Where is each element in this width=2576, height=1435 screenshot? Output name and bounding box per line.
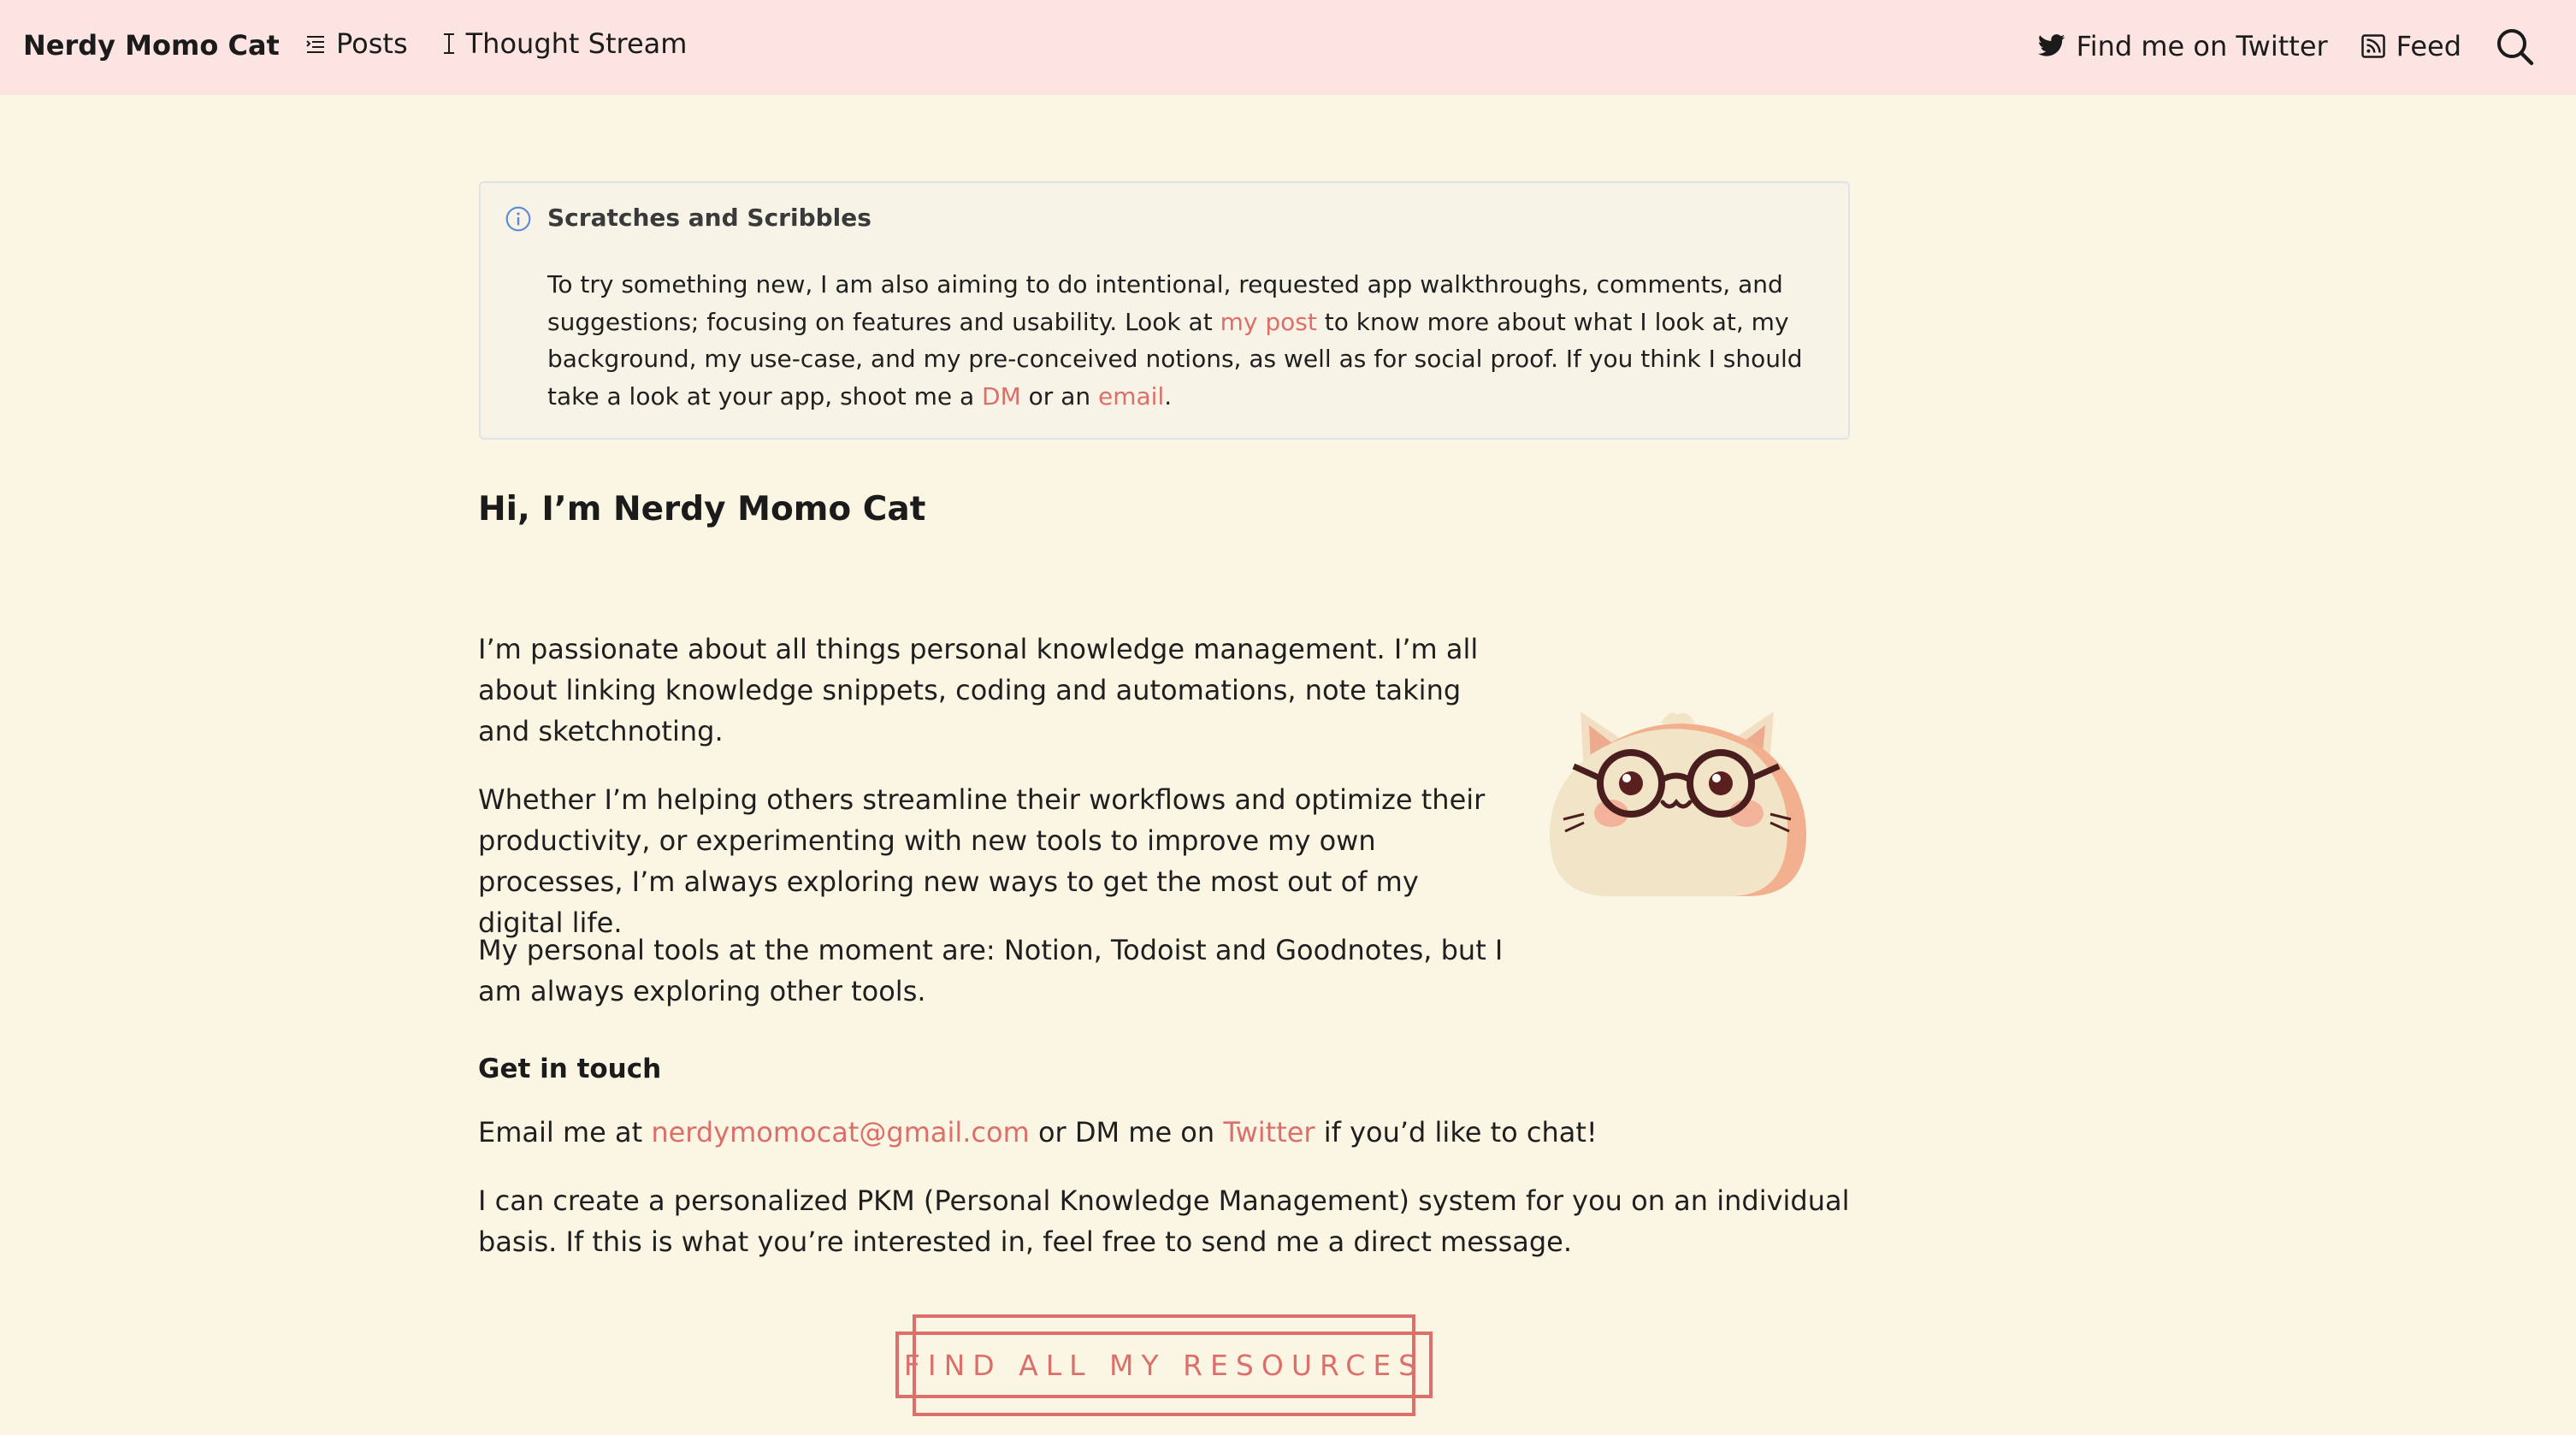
email-paragraph: Email me at nerdymomocat@gmail.com or DM… bbox=[478, 1112, 1864, 1153]
info-callout: Scratches and Scribbles To try something… bbox=[479, 181, 1850, 440]
my-post-link[interactable]: my post bbox=[1220, 308, 1317, 336]
dm-link[interactable]: DM bbox=[982, 382, 1021, 410]
intro-paragraph-2: Whether I’m helping others streamline th… bbox=[478, 783, 1486, 939]
info-icon bbox=[505, 205, 532, 236]
email-suffix: if you’d like to chat! bbox=[1315, 1116, 1598, 1149]
top-navbar: Nerdy Momo Cat Posts Thought Stream Find… bbox=[0, 0, 2576, 95]
nav-posts-link[interactable]: Posts bbox=[305, 27, 408, 60]
search-icon[interactable] bbox=[2494, 26, 2535, 67]
nav-feed-label: Feed bbox=[2396, 30, 2461, 62]
find-all-resources-button[interactable]: FIND ALL MY RESOURCES bbox=[895, 1314, 1433, 1416]
rss-icon bbox=[2360, 33, 2386, 59]
nav-left: Posts Thought Stream bbox=[305, 27, 687, 60]
intro-paragraph-3: My personal tools at the moment are: Not… bbox=[478, 934, 1504, 1007]
intro-heading: Hi, I’m Nerdy Momo Cat bbox=[478, 490, 926, 529]
nav-twitter-label: Find me on Twitter bbox=[2076, 30, 2328, 62]
callout-title: Scratches and Scribbles bbox=[547, 204, 871, 232]
cat-with-glasses-icon bbox=[1550, 706, 1806, 896]
twitter-bird-icon bbox=[2037, 34, 2066, 58]
get-in-touch-heading: Get in touch bbox=[478, 1054, 662, 1084]
email-link[interactable]: email bbox=[1098, 382, 1164, 410]
twitter-dm-link[interactable]: Twitter bbox=[1223, 1116, 1315, 1149]
email-prefix: Email me at bbox=[478, 1116, 652, 1149]
pkm-paragraph: I can create a personalized PKM (Persona… bbox=[478, 1184, 1850, 1258]
email-address-link[interactable]: nerdymomocat@gmail.com bbox=[651, 1116, 1029, 1149]
nav-right: Find me on Twitter Feed bbox=[2037, 26, 2535, 67]
nav-twitter-link[interactable]: Find me on Twitter bbox=[2037, 30, 2328, 62]
email-mid: or DM me on bbox=[1029, 1116, 1224, 1149]
intro-paragraph-1: I’m passionate about all things personal… bbox=[478, 633, 1479, 747]
callout-text-3: or an bbox=[1020, 381, 1099, 410]
nav-thought-stream-link[interactable]: Thought Stream bbox=[442, 27, 688, 60]
nav-posts-label: Posts bbox=[336, 27, 408, 60]
callout-body: To try something new, I am also aiming t… bbox=[547, 266, 1822, 415]
text-cursor-icon bbox=[442, 32, 456, 56]
list-icon bbox=[305, 34, 326, 53]
callout-text-4: . bbox=[1164, 381, 1173, 410]
site-brand[interactable]: Nerdy Momo Cat bbox=[23, 29, 280, 62]
cta-label: FIND ALL MY RESOURCES bbox=[903, 1349, 1425, 1382]
nav-feed-link[interactable]: Feed bbox=[2360, 30, 2461, 62]
nav-thought-stream-label: Thought Stream bbox=[465, 27, 688, 60]
